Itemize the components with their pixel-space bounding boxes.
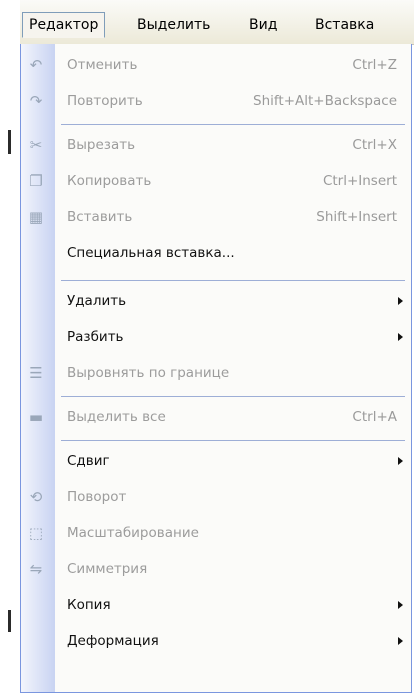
menubar-select[interactable]: Выделить: [130, 12, 217, 38]
menubar-editor[interactable]: Редактор: [22, 12, 106, 38]
menu-item-rotate[interactable]: ⟲ Поворот: [30, 480, 411, 514]
left-window-edge: [0, 0, 20, 693]
submenu-arrow-icon: [398, 601, 403, 609]
menu-item-deform[interactable]: Деформация: [55, 624, 411, 658]
menu-item-redo[interactable]: ↷ Повторить Shift+Alt+Backspace: [30, 84, 411, 118]
menu-item-shift[interactable]: Сдвиг: [55, 444, 411, 478]
menu-separator: [61, 440, 405, 441]
menu-item-delete[interactable]: Удалить: [55, 284, 411, 318]
editor-dropdown-menu: ↶ Отменить Ctrl+Z ↷ Повторить Shift+Alt+…: [20, 44, 412, 693]
undo-icon: ↶: [29, 56, 43, 74]
scissors-icon: ✂: [29, 136, 43, 154]
submenu-arrow-icon: [398, 297, 403, 305]
submenu-arrow-icon: [398, 457, 403, 465]
menu-item-copy[interactable]: ❐ Копировать Ctrl+Insert: [29, 164, 411, 198]
menu-separator: [61, 124, 405, 125]
menu-item-paste[interactable]: ▦ Вставить Shift+Insert: [29, 200, 411, 234]
edge-mark: [8, 610, 11, 632]
paste-icon: ▦: [28, 208, 44, 226]
menu-item-paste-special[interactable]: Специальная вставка...: [55, 236, 411, 270]
menubar-insert[interactable]: Вставка: [308, 12, 381, 38]
menu-item-cut[interactable]: ✂ Вырезать Ctrl+X: [30, 128, 411, 162]
menu-item-select-all[interactable]: ▬ Выделить все Ctrl+A: [29, 400, 411, 434]
select-all-icon: ▬: [28, 408, 44, 426]
submenu-arrow-icon: [398, 333, 403, 341]
scale-icon: ⬚: [28, 524, 44, 542]
menu-item-undo[interactable]: ↶ Отменить Ctrl+Z: [30, 48, 411, 82]
submenu-arrow-icon: [398, 637, 403, 645]
redo-icon: ↷: [29, 92, 43, 110]
menu-item-copy-submenu[interactable]: Копия: [55, 588, 411, 622]
rotate-icon: ⟲: [29, 488, 43, 506]
menu-separator: [61, 280, 405, 281]
edge-mark: [8, 130, 11, 154]
copy-icon: ❐: [29, 172, 43, 190]
align-icon: ☰: [29, 364, 43, 382]
menubar-view[interactable]: Вид: [242, 12, 284, 38]
menu-item-align-border[interactable]: ☰ Выровнять по границе: [29, 356, 411, 390]
menu-item-scale[interactable]: ⬚ Масштабирование: [29, 516, 411, 550]
symmetry-icon: ⇋: [29, 560, 43, 578]
menu-bar: Редактор Выделить Вид Вставка: [20, 0, 414, 45]
menu-item-symmetry[interactable]: ⇋ Симметрия: [30, 552, 411, 586]
menu-separator: [61, 396, 405, 397]
menu-item-split[interactable]: Разбить: [55, 320, 411, 354]
